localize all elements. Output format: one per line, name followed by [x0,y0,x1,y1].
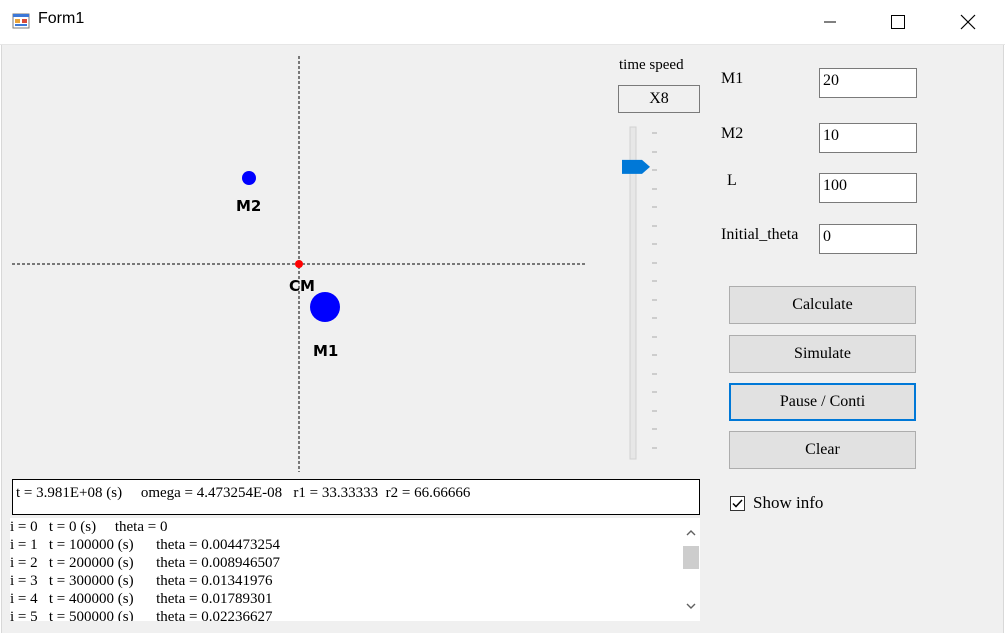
scroll-down-icon [686,603,696,609]
close-button[interactable] [933,0,1003,44]
log-row[interactable]: i = 5 t = 500000 (s) theta = 0.02236627 [10,608,700,621]
scroll-thumb [683,546,699,569]
maximize-icon [891,15,905,29]
slider-ticks [652,132,657,449]
info-readout: t = 3.981E+08 (s) omega = 4.473254E-08 r… [12,479,700,515]
log-row[interactable]: i = 0 t = 0 (s) theta = 0 [10,518,700,536]
minimize-icon [824,21,836,23]
form-client-area: M2 CM M1 time speed X8 M1 20 M2 10 L 100… [1,45,1004,633]
time-speed-label: time speed [619,57,684,73]
m2-field[interactable]: 10 [819,123,917,153]
window-title: Form1 [38,10,85,27]
scroll-up-icon [686,530,696,536]
slider-track [629,126,637,460]
mass2-body [242,171,256,185]
m1-label: M1 [721,70,744,87]
slider-thumb[interactable] [622,159,650,174]
initial-theta-label: Initial_theta [721,226,799,243]
maximize-button[interactable] [863,0,933,44]
simulate-button[interactable]: Simulate [729,335,916,373]
pause-continue-button[interactable]: Pause / Conti [729,383,916,421]
title-bar: Form1 [0,0,1005,45]
l-field[interactable]: 100 [819,173,917,203]
mass1-body [310,292,340,322]
minimize-button[interactable] [795,0,865,44]
cm-label: CM [289,277,315,295]
m1-field[interactable]: 20 [819,68,917,98]
mass2-label: M2 [236,197,261,215]
calculate-button[interactable]: Calculate [729,286,916,324]
clear-button[interactable]: Clear [729,431,916,469]
show-info-checkbox[interactable] [730,496,745,511]
app-icon [12,13,30,29]
l-label: L [727,172,737,189]
initial-theta-field[interactable]: 0 [819,224,917,254]
log-row[interactable]: i = 3 t = 300000 (s) theta = 0.01341976 [10,572,700,590]
log-row[interactable]: i = 2 t = 200000 (s) theta = 0.008946507 [10,554,700,572]
center-of-mass-marker [295,260,303,268]
show-info-label[interactable]: Show info [753,493,823,513]
close-icon [960,14,976,30]
log-scrollbar[interactable] [682,518,700,621]
time-speed-slider[interactable] [618,125,668,465]
log-rows: i = 0 t = 0 (s) theta = 0i = 1 t = 10000… [10,518,700,621]
mass1-label: M1 [313,342,338,360]
log-row[interactable]: i = 4 t = 400000 (s) theta = 0.01789301 [10,590,700,608]
simulation-canvas: M2 CM M1 [12,56,587,472]
log-row[interactable]: i = 1 t = 100000 (s) theta = 0.004473254 [10,536,700,554]
scrollbar-graphic [683,530,699,609]
m2-label: M2 [721,125,744,142]
checkmark-icon [732,499,743,508]
time-speed-value: X8 [618,85,700,113]
log-listbox[interactable]: i = 0 t = 0 (s) theta = 0i = 1 t = 10000… [10,518,700,621]
